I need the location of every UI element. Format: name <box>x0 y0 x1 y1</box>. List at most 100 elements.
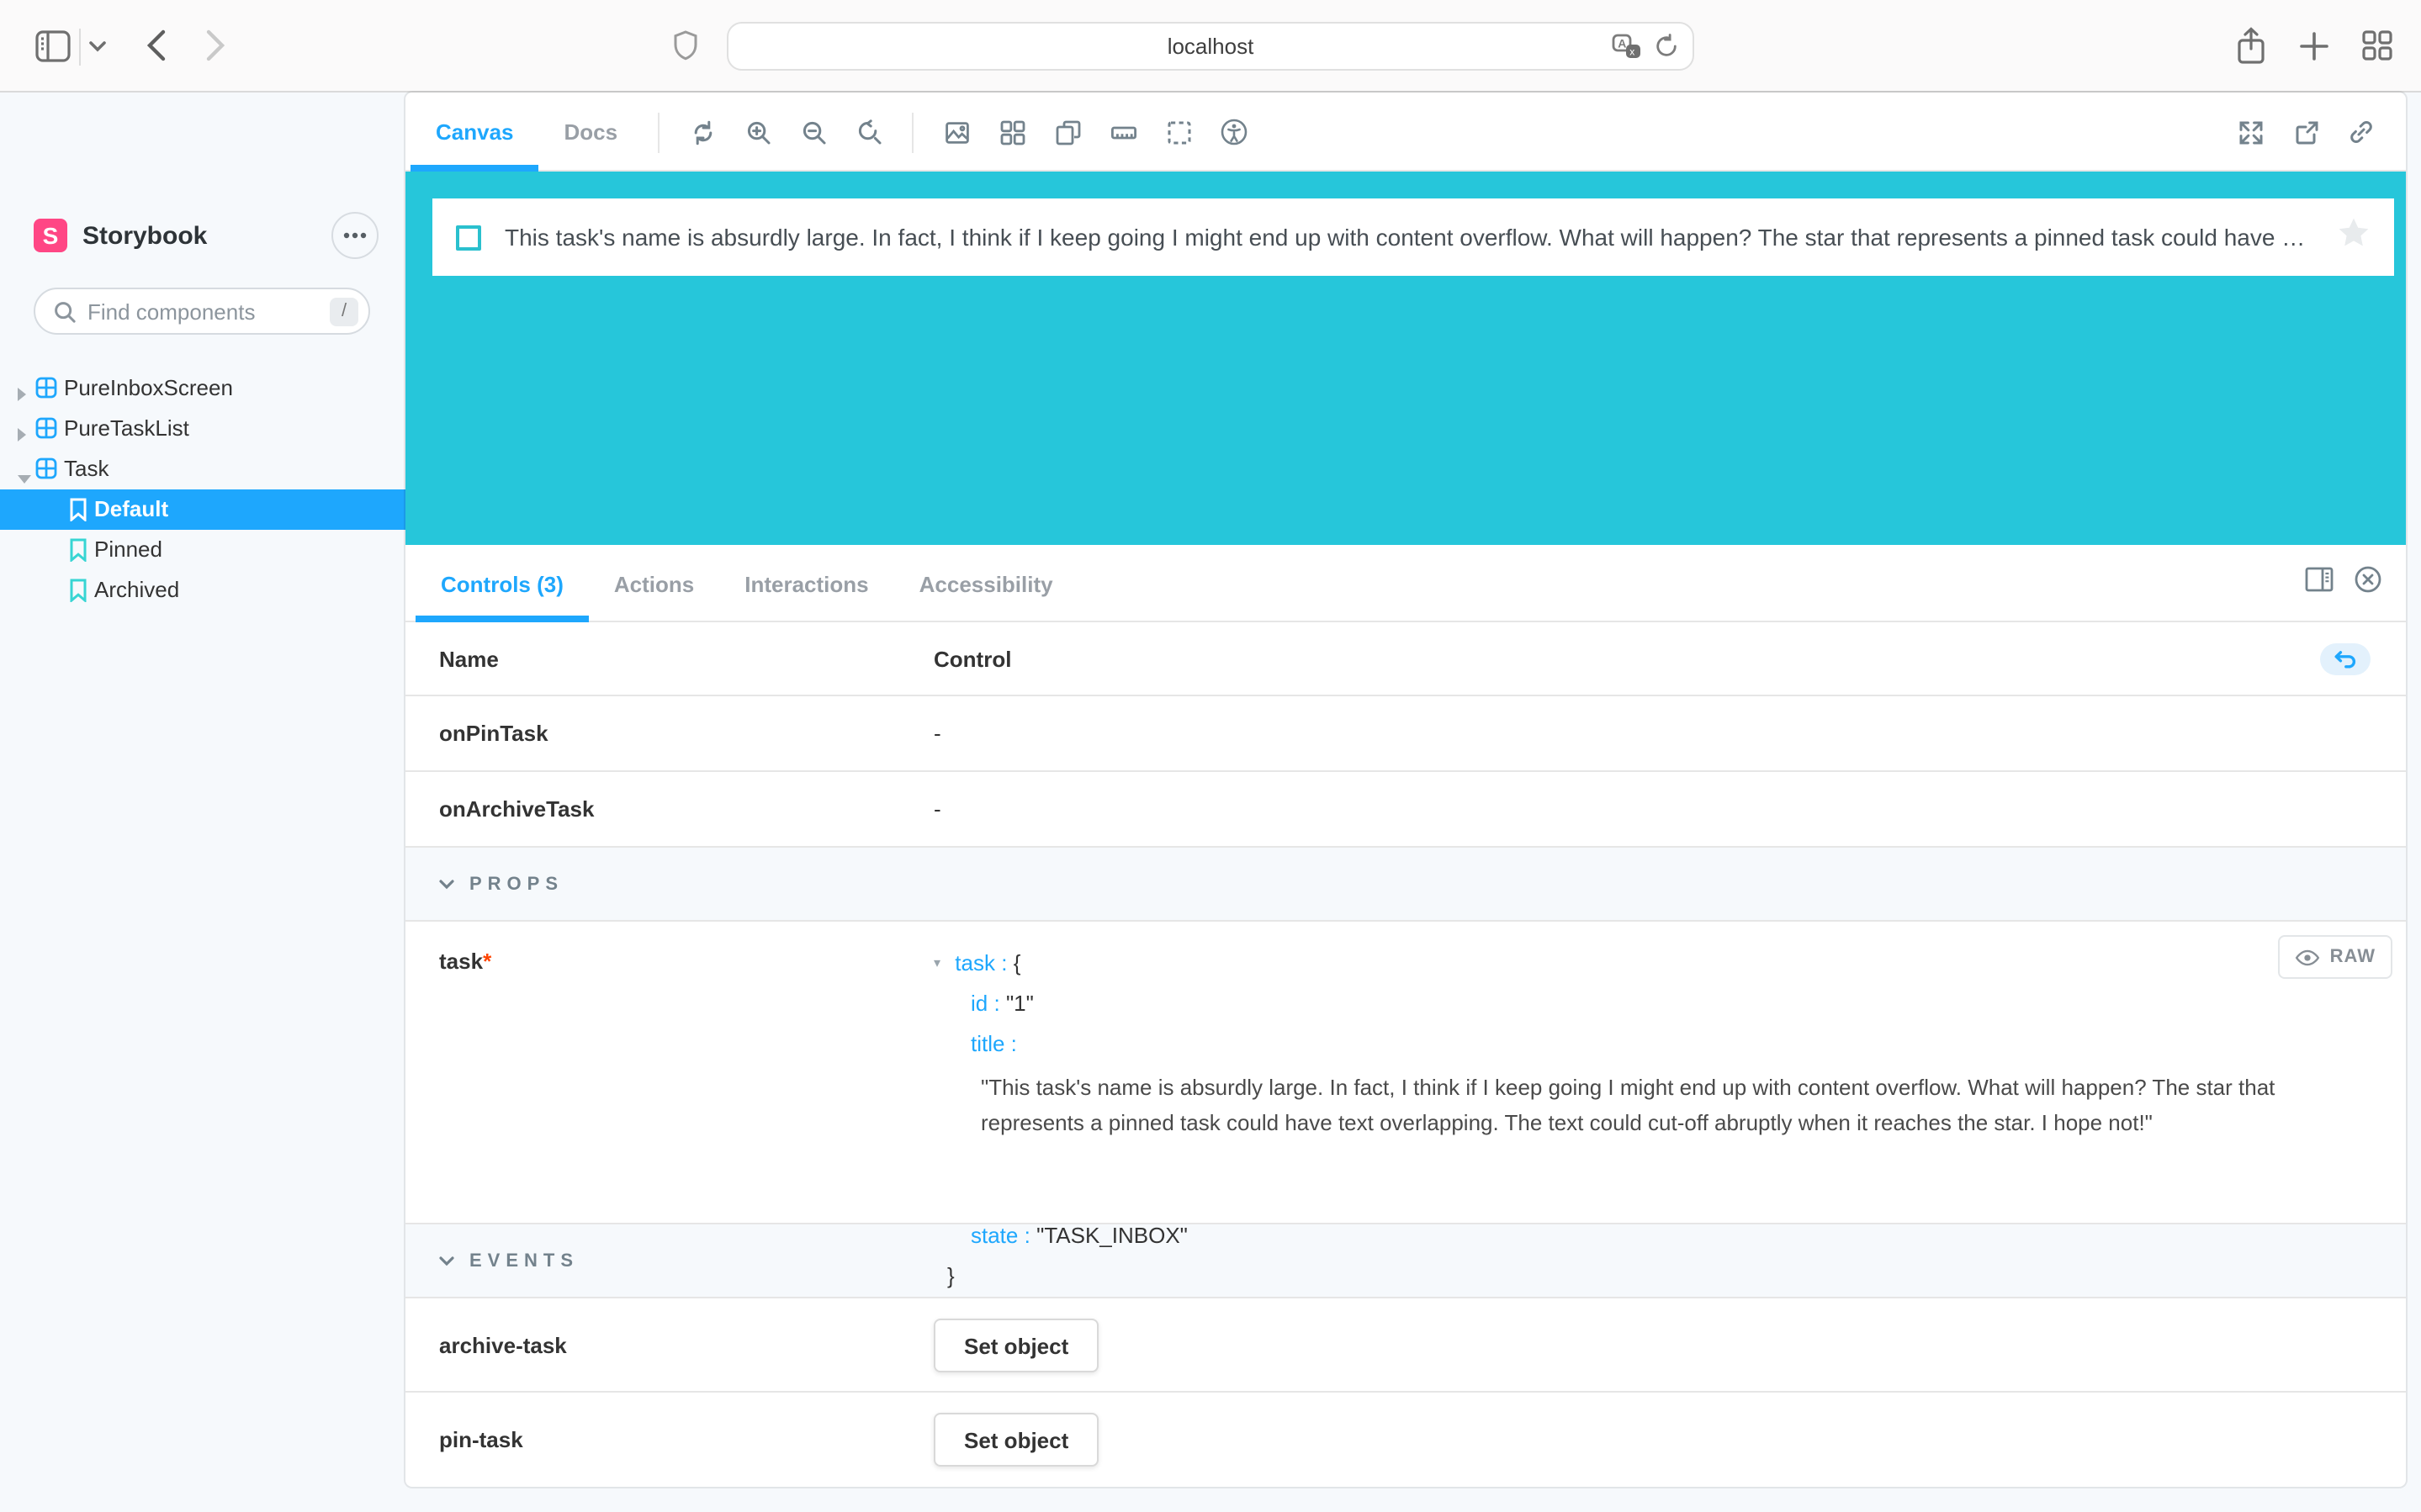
new-tab-icon[interactable] <box>2300 32 2328 61</box>
addons-panel: Controls (3) Actions Interactions Access… <box>405 545 2406 1487</box>
search-shortcut-badge: / <box>330 297 358 325</box>
arg-row-task: task* ▾ task : { id : "1" title : <box>405 922 2406 1224</box>
bookmark-icon <box>69 498 87 526</box>
zoom-in-icon[interactable] <box>735 108 781 156</box>
tree-item-puretasklist[interactable]: PureTaskList <box>0 409 405 449</box>
reload-icon[interactable] <box>1654 34 1679 59</box>
address-text: localhost <box>1168 34 1254 59</box>
controls-table-header: Name Control <box>405 622 2406 696</box>
panel-position-icon[interactable] <box>2305 567 2334 600</box>
column-header-control: Control <box>934 646 1011 671</box>
json-brace: { <box>1014 950 1021 975</box>
arg-name: onArchiveTask <box>439 796 595 822</box>
fullscreen-icon[interactable] <box>2228 108 2273 156</box>
event-row-archive-task: archive-task Set object <box>405 1298 2406 1393</box>
tree-item-story-archived[interactable]: Archived <box>0 570 405 611</box>
tab-accessibility[interactable]: Accessibility <box>894 545 1078 622</box>
json-id-line[interactable]: id : "1" <box>934 984 2313 1024</box>
json-key: task : <box>955 950 1007 975</box>
raw-label: RAW <box>2330 947 2376 967</box>
arg-control: - <box>934 721 941 746</box>
grid-icon[interactable] <box>989 108 1035 156</box>
tree-item-pureinboxscreen[interactable]: PureInboxScreen <box>0 368 405 409</box>
toolbar-divider <box>912 112 914 152</box>
set-object-button[interactable]: Set object <box>934 1319 1099 1372</box>
json-value: "TASK_INBOX" <box>1036 1223 1188 1248</box>
sidebar-menu-button[interactable] <box>331 212 379 259</box>
brand-row: S Storybook <box>34 212 379 259</box>
search-input[interactable] <box>87 299 330 324</box>
required-marker: * <box>483 949 491 974</box>
chevron-down-icon <box>439 879 454 889</box>
task-item: This task's name is absurdly large. In f… <box>432 198 2394 276</box>
undo-icon <box>2334 649 2357 668</box>
chevron-right-icon[interactable] <box>17 422 27 447</box>
preview-area: Canvas Docs <box>405 93 2406 1487</box>
collapse-triangle-icon[interactable]: ▾ <box>934 944 940 984</box>
viewport-icon[interactable] <box>1045 108 1090 156</box>
outline-icon[interactable] <box>1156 108 1201 156</box>
reset-controls-button[interactable] <box>2320 642 2371 674</box>
share-icon[interactable] <box>2236 27 2266 66</box>
toolbar-divider <box>658 112 660 152</box>
search-icon <box>54 300 76 322</box>
back-button[interactable] <box>146 29 167 62</box>
chevron-right-icon[interactable] <box>17 382 27 407</box>
json-title-line[interactable]: title : <box>934 1024 2313 1065</box>
zoom-out-icon[interactable] <box>791 108 836 156</box>
open-in-new-tab-icon[interactable] <box>2283 108 2328 156</box>
tab-interactions[interactable]: Interactions <box>719 545 893 622</box>
tree-item-task[interactable]: Task <box>0 449 405 489</box>
tree-item-label: Task <box>64 456 109 481</box>
tree-item-story-pinned[interactable]: Pinned <box>0 530 405 570</box>
raw-toggle-button[interactable]: RAW <box>2278 935 2392 979</box>
translate-icon[interactable]: A x <box>1612 33 1642 60</box>
brand-title: Storybook <box>82 221 207 250</box>
task-checkbox[interactable] <box>456 225 481 250</box>
search-box[interactable]: / <box>34 288 370 335</box>
svg-text:x: x <box>1629 45 1634 57</box>
tree-item-label: PureTaskList <box>64 415 189 441</box>
tree-item-label: Archived <box>94 577 179 602</box>
json-state-line[interactable]: state : "TASK_INBOX" <box>934 1216 2313 1256</box>
reset-zoom-icon[interactable] <box>846 108 892 156</box>
set-object-button[interactable]: Set object <box>934 1413 1099 1467</box>
component-icon <box>35 377 57 404</box>
tab-actions[interactable]: Actions <box>589 545 719 622</box>
chevron-down-icon[interactable] <box>17 464 32 489</box>
chevron-down-icon[interactable] <box>89 40 106 52</box>
tree-item-story-default[interactable]: Default <box>0 489 405 530</box>
pin-star-icon[interactable] <box>2337 217 2371 257</box>
object-control[interactable]: ▾ task : { id : "1" title : "This task's… <box>934 944 2313 1297</box>
tab-controls[interactable]: Controls (3) <box>416 545 589 622</box>
section-props[interactable]: PROPS <box>405 848 2406 922</box>
screen: localhost A x <box>0 0 2421 1512</box>
event-name: archive-task <box>439 1332 567 1357</box>
json-title-value[interactable]: "This task's name is absurdly large. In … <box>934 1070 2313 1140</box>
section-label: PROPS <box>469 874 564 894</box>
sidebar-toggle-icon[interactable] <box>35 30 71 62</box>
panel-tab-bar: Controls (3) Actions Interactions Access… <box>405 545 2406 622</box>
accessibility-vision-icon[interactable] <box>1211 108 1257 156</box>
tree-item-label: Default <box>94 496 168 521</box>
close-panel-icon[interactable] <box>2354 565 2382 602</box>
remount-icon[interactable] <box>680 108 725 156</box>
json-value: "1" <box>1006 991 1034 1016</box>
background-icon[interactable] <box>934 108 979 156</box>
shield-icon[interactable] <box>673 30 698 62</box>
tab-canvas[interactable]: Canvas <box>411 93 539 172</box>
sidebar: S Storybook / <box>0 93 405 1512</box>
tab-overview-icon[interactable] <box>2362 30 2392 61</box>
bookmark-icon <box>69 579 87 607</box>
forward-button[interactable] <box>205 29 225 62</box>
task-title: This task's name is absurdly large. In f… <box>505 224 2310 251</box>
copy-link-icon[interactable] <box>2339 108 2384 156</box>
measure-icon[interactable] <box>1100 108 1146 156</box>
json-root-line[interactable]: ▾ task : { <box>934 944 2313 984</box>
arg-name: onPinTask <box>439 721 548 746</box>
svg-text:A: A <box>1618 35 1626 49</box>
chevron-down-icon <box>439 1256 454 1266</box>
tab-docs[interactable]: Docs <box>539 93 644 172</box>
address-bar[interactable]: localhost A x <box>727 22 1694 71</box>
ellipsis-icon <box>343 232 367 239</box>
